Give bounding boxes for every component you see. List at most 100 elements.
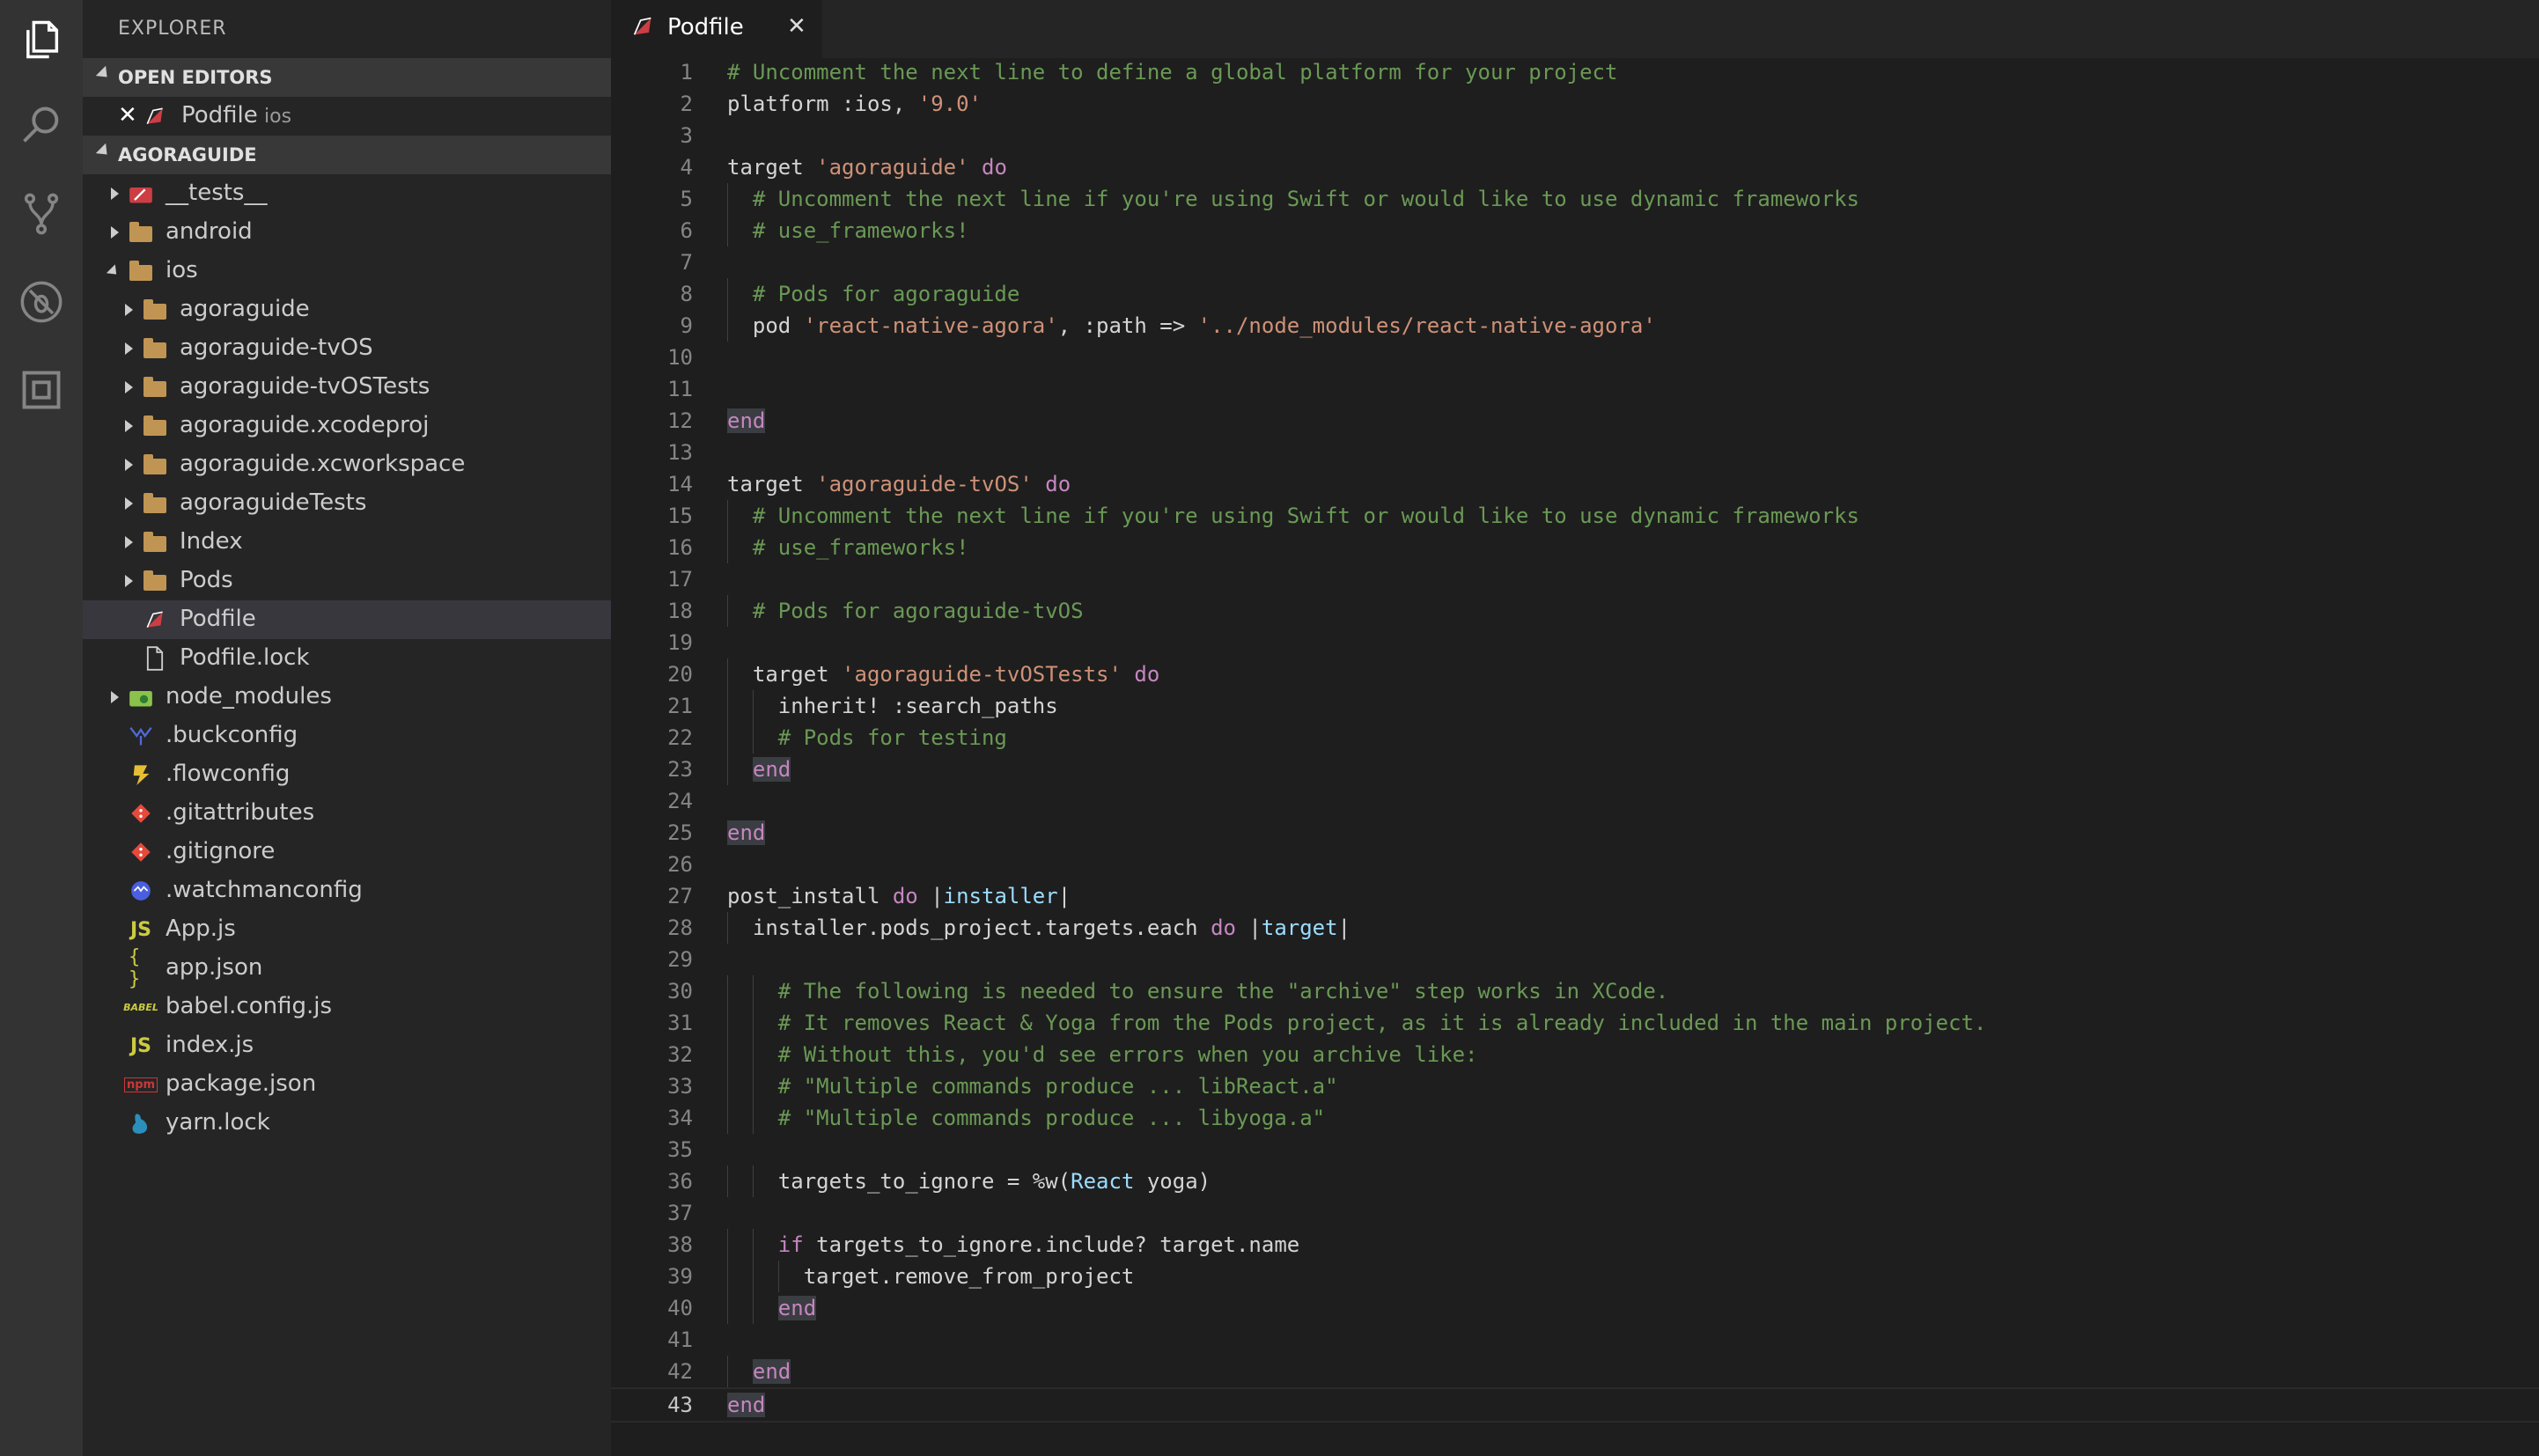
code-line[interactable]: 25 end (611, 817, 2539, 849)
code-line[interactable]: 31 # It removes React & Yoga from the Pod… (611, 1007, 2539, 1039)
code-line[interactable]: 26 (611, 849, 2539, 880)
tree-item[interactable]: Pods (83, 562, 611, 600)
code-line[interactable]: 9 pod 'react-native-agora', :path => '../… (611, 310, 2539, 342)
chevron-right-icon[interactable] (125, 381, 133, 393)
code-line[interactable]: 28 installer.pods_project.targets.each do… (611, 912, 2539, 944)
code-line[interactable]: 43 end (611, 1387, 2539, 1423)
code-line[interactable]: 12 end (611, 405, 2539, 437)
code-line[interactable]: 35 (611, 1134, 2539, 1166)
chevron-right-icon[interactable] (111, 691, 119, 703)
chevron-right-icon[interactable] (125, 420, 133, 432)
code-line[interactable]: 16 # use_frameworks! (611, 532, 2539, 563)
tree-item[interactable]: agoraguide.xcodeproj (83, 407, 611, 445)
source-control-icon[interactable] (0, 174, 83, 254)
tree-item[interactable]: JS App.js (83, 910, 611, 949)
tree-item[interactable]: JS index.js (83, 1026, 611, 1065)
open-editor-item[interactable]: ✕ Podfile ios (83, 97, 611, 136)
code-token: do (982, 155, 1007, 180)
code-line[interactable]: 19 (611, 627, 2539, 658)
chevron-right-icon[interactable] (125, 304, 133, 316)
code-line[interactable]: 6 # use_frameworks! (611, 215, 2539, 246)
tree-item[interactable]: .flowconfig (83, 755, 611, 794)
tree-item[interactable]: { } app.json (83, 946, 611, 990)
code-line[interactable]: 37 (611, 1197, 2539, 1229)
code-line[interactable]: 36 targets_to_ignore = %w(React yoga) (611, 1166, 2539, 1197)
tree-item[interactable]: agoraguide (83, 290, 611, 329)
tree-item[interactable]: agoraguide-tvOS (83, 329, 611, 368)
code-line[interactable]: 38 if targets_to_ignore.include? target.n… (611, 1229, 2539, 1261)
chevron-right-icon[interactable] (125, 536, 133, 548)
code-line[interactable]: 7 (611, 246, 2539, 278)
code-line[interactable]: 23 end (611, 754, 2539, 785)
tree-item[interactable]: agoraguideTests (83, 484, 611, 523)
close-icon[interactable]: ✕ (118, 102, 137, 129)
code-line[interactable]: 40 end (611, 1292, 2539, 1324)
code-line[interactable]: 33 # "Multiple commands produce ... libRe… (611, 1070, 2539, 1102)
tree-item[interactable]: agoraguide.xcworkspace (83, 445, 611, 484)
tree-item[interactable]: Podfile.lock (83, 639, 611, 678)
tree-item[interactable]: Index (83, 523, 611, 562)
chevron-right-icon[interactable] (111, 188, 119, 200)
tree-item[interactable]: .gitattributes (83, 794, 611, 833)
code-line[interactable]: 5 # Uncomment the next line if you're usi… (611, 183, 2539, 215)
chevron-down-icon[interactable] (106, 264, 121, 279)
code-line[interactable]: 32 # Without this, you'd see errors when … (611, 1039, 2539, 1070)
tree-item[interactable]: __tests__ (83, 174, 611, 213)
search-icon[interactable] (0, 86, 83, 165)
tree-item[interactable]: yarn.lock (83, 1104, 611, 1143)
tree-item[interactable]: npm package.json (83, 1065, 611, 1104)
code-token: # use_frameworks! (752, 218, 969, 243)
chevron-right-icon[interactable] (125, 497, 133, 510)
code-line[interactable]: 34 # "Multiple commands produce ... libyo… (611, 1102, 2539, 1134)
code-line[interactable]: 21 inherit! :search_paths (611, 690, 2539, 722)
line-number: 2 (680, 92, 693, 116)
tree-item[interactable]: android (83, 213, 611, 252)
code-line[interactable]: 27 post_install do |installer| (611, 880, 2539, 912)
indent-guide (727, 1166, 728, 1197)
debug-icon[interactable] (0, 262, 83, 342)
chevron-right-icon[interactable] (125, 342, 133, 355)
code-line[interactable]: 11 (611, 373, 2539, 405)
code-line[interactable]: 10 (611, 342, 2539, 373)
code-line[interactable]: 41 (611, 1324, 2539, 1356)
tree-item[interactable]: agoraguide-tvOSTests (83, 368, 611, 407)
project-header[interactable]: AGORAGUIDE (83, 136, 611, 174)
line-number: 15 (667, 504, 693, 528)
indent-guide (752, 1229, 754, 1261)
code-line[interactable]: 4 target 'agoraguide' do (611, 151, 2539, 183)
code-line[interactable]: 3 (611, 120, 2539, 151)
code-line[interactable]: 17 (611, 563, 2539, 595)
open-editors-header[interactable]: OPEN EDITORS (83, 58, 611, 97)
code-line[interactable]: 1 # Uncomment the next line to define a g… (611, 56, 2539, 88)
code-line[interactable]: 18 # Pods for agoraguide-tvOS (611, 595, 2539, 627)
code-line[interactable]: 20 target 'agoraguide-tvOSTests' do (611, 658, 2539, 690)
code-line[interactable]: 30 # The following is needed to ensure th… (611, 975, 2539, 1007)
code-line[interactable]: 24 (611, 785, 2539, 817)
tree-item-label: agoraguide-tvOSTests (180, 373, 431, 400)
close-icon[interactable]: ✕ (787, 13, 806, 40)
line-number: 35 (667, 1137, 693, 1162)
code-line[interactable]: 14 target 'agoraguide-tvOS' do (611, 468, 2539, 500)
tree-item[interactable]: Podfile (83, 600, 611, 639)
tree-item[interactable]: ios (83, 252, 611, 290)
extensions-icon[interactable] (0, 350, 83, 430)
code-line[interactable]: 42 end (611, 1356, 2539, 1387)
code-line[interactable]: 22 # Pods for testing (611, 722, 2539, 754)
code-line[interactable]: 29 (611, 944, 2539, 975)
tree-item[interactable]: node_modules (83, 678, 611, 717)
tab-podfile[interactable]: Podfile ✕ (611, 0, 822, 58)
chevron-right-icon[interactable] (125, 459, 133, 471)
chevron-right-icon[interactable] (111, 226, 119, 239)
tree-item[interactable]: .watchmanconfig (83, 871, 611, 910)
code-line[interactable]: 8 # Pods for agoraguide (611, 278, 2539, 310)
code-line[interactable]: 13 (611, 437, 2539, 468)
tree-item[interactable]: .gitignore (83, 833, 611, 871)
tree-item[interactable]: BABEL babel.config.js (83, 988, 611, 1026)
code-line[interactable]: 39 target.remove_from_project (611, 1261, 2539, 1292)
explorer-files-icon[interactable] (0, 0, 83, 79)
chevron-right-icon[interactable] (125, 575, 133, 587)
tree-item[interactable]: .buckconfig (83, 717, 611, 755)
code-line[interactable]: 2 platform :ios, '9.0' (611, 88, 2539, 120)
code-line[interactable]: 15 # Uncomment the next line if you're us… (611, 500, 2539, 532)
